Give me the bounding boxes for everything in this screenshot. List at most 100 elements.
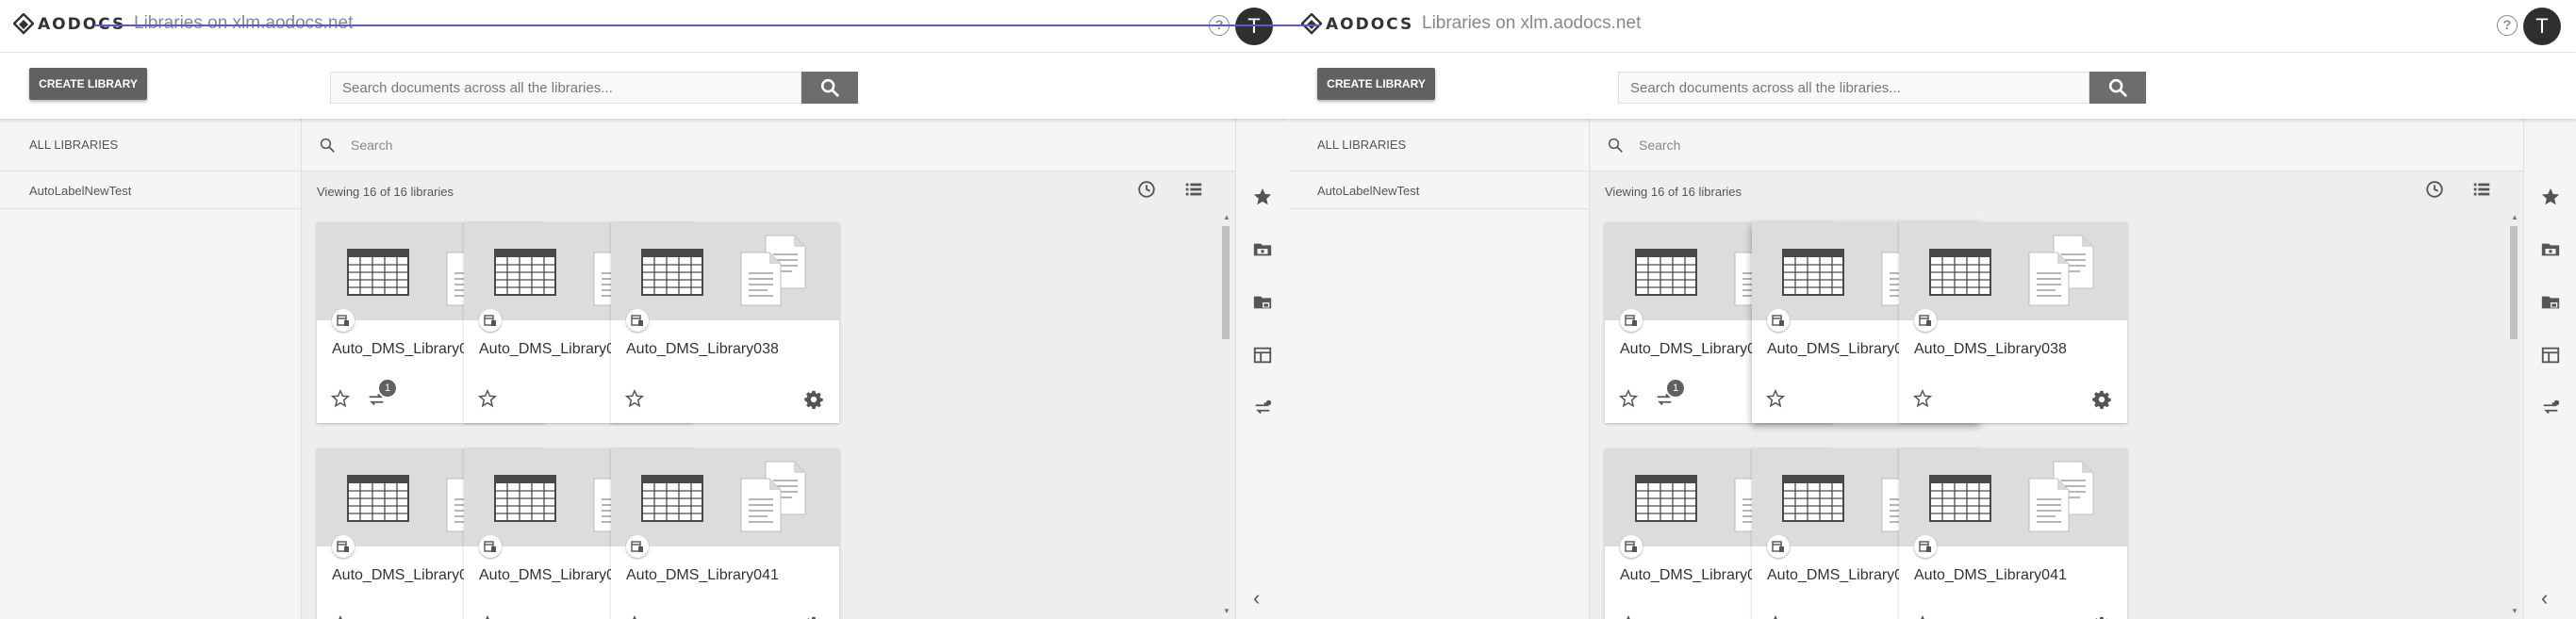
table-icon (1782, 249, 1844, 296)
secured-folder-icon[interactable] (1252, 292, 1273, 313)
documents-icon (2028, 235, 2094, 306)
scroll-up-arrow[interactable]: ▲ (1223, 213, 1230, 221)
favorite-star-icon[interactable] (477, 614, 498, 619)
star-icon[interactable] (1252, 187, 1273, 207)
workflow-count-badge: 1 (379, 380, 396, 397)
workflow-icon[interactable] (1252, 398, 1273, 418)
table-icon (1929, 475, 1991, 522)
favorite-star-icon[interactable] (1912, 388, 1933, 409)
settings-gear-icon[interactable] (803, 615, 824, 619)
library-name[interactable]: Auto_DMS_Library038 (1914, 341, 2067, 358)
sidebar-item-autolabelnewtest[interactable]: AutoLabelNewTest (1288, 171, 1589, 209)
library-name[interactable]: Auto_DMS_Library040 (479, 567, 632, 584)
library-card[interactable]: Auto_DMS_Library041 (1899, 448, 2127, 619)
library-card[interactable]: Auto_DMS_Library038 (611, 222, 839, 423)
library-name[interactable]: Auto_DMS_Library037 (1767, 341, 1920, 358)
library-thumbnail (1899, 222, 2127, 320)
library-type-badge (479, 535, 502, 558)
favorite-star-icon[interactable] (330, 614, 351, 619)
sidebar-item-all-libraries[interactable]: ALL LIBRARIES (0, 119, 301, 171)
scrollbar[interactable]: ▲ ▼ (1220, 213, 1231, 619)
global-search-button[interactable] (2089, 72, 2146, 104)
library-name[interactable]: Auto_DMS_Library036 (332, 341, 485, 358)
sidebar-item-all-libraries[interactable]: ALL LIBRARIES (1288, 119, 1589, 171)
scroll-down-arrow[interactable]: ▼ (2511, 607, 2518, 615)
library-name[interactable]: Auto_DMS_Library041 (626, 567, 779, 584)
right-rail: ‹ (2523, 119, 2576, 619)
library-name[interactable]: Auto_DMS_Library037 (479, 341, 632, 358)
user-avatar[interactable]: T (1235, 8, 1273, 45)
list-view-icon[interactable] (2471, 179, 2492, 200)
library-type-icon (337, 315, 349, 326)
library-type-badge (626, 535, 649, 558)
scrollbar-thumb[interactable] (2510, 226, 2518, 339)
history-icon[interactable] (2424, 179, 2445, 200)
library-name[interactable]: Auto_DMS_Library039 (332, 567, 485, 584)
global-search-input[interactable] (1619, 73, 2089, 103)
collapse-rail-icon[interactable]: ‹ (2541, 586, 2548, 611)
library-name[interactable]: Auto_DMS_Library040 (1767, 567, 1920, 584)
library-type-icon (631, 541, 643, 552)
favorite-star-icon[interactable] (1912, 614, 1933, 619)
aodocs-logo-icon (13, 13, 34, 35)
scroll-down-arrow[interactable]: ▼ (1223, 607, 1230, 615)
help-icon[interactable]: ? (2497, 15, 2518, 36)
library-card[interactable]: Auto_DMS_Library041 (611, 448, 839, 619)
library-type-icon (484, 315, 496, 326)
favorite-star-icon[interactable] (1618, 614, 1639, 619)
library-sidebar: ALL LIBRARIES AutoLabelNewTest (0, 119, 302, 619)
favorite-star-icon[interactable] (624, 388, 645, 409)
settings-gear-icon[interactable] (803, 389, 824, 410)
library-name[interactable]: Auto_DMS_Library041 (1914, 567, 2067, 584)
library-name[interactable]: Auto_DMS_Library039 (1620, 567, 1773, 584)
settings-gear-icon[interactable] (2091, 615, 2112, 619)
scroll-up-arrow[interactable]: ▲ (2511, 213, 2518, 221)
library-list-area: Viewing 16 of 16 libraries (1590, 119, 2523, 619)
library-type-badge (626, 309, 649, 332)
collapse-rail-icon[interactable]: ‹ (1253, 586, 1260, 611)
library-sidebar: ALL LIBRARIES AutoLabelNewTest (1288, 119, 1590, 619)
search-icon (2108, 78, 2127, 97)
favorite-star-icon[interactable] (1618, 388, 1639, 409)
document-management-icon[interactable] (1252, 345, 1273, 366)
workflow-icon[interactable] (2540, 398, 2561, 418)
library-search-input[interactable] (351, 133, 916, 157)
drag-indicator-line (94, 24, 1320, 26)
favorite-star-icon[interactable] (624, 614, 645, 619)
sidebar-item-autolabelnewtest[interactable]: AutoLabelNewTest (0, 171, 301, 209)
star-icon[interactable] (2540, 187, 2561, 207)
user-avatar[interactable]: T (2523, 8, 2561, 45)
library-name[interactable]: Auto_DMS_Library038 (626, 341, 779, 358)
create-library-button[interactable]: CREATE LIBRARY (29, 68, 147, 100)
shared-drive-icon[interactable] (2540, 239, 2561, 260)
library-type-icon (337, 541, 349, 552)
logo-text: AODOCS (1326, 15, 1414, 34)
global-search-input[interactable] (331, 73, 801, 103)
library-search-input[interactable] (1639, 133, 2204, 157)
settings-gear-icon[interactable] (2091, 389, 2112, 410)
library-type-icon (1625, 315, 1637, 326)
global-search-button[interactable] (801, 72, 858, 104)
library-list-area: Viewing 16 of 16 libraries (302, 119, 1235, 619)
library-thumbnail (611, 222, 839, 320)
scrollbar[interactable]: ▲ ▼ (2508, 213, 2519, 619)
shared-drive-icon[interactable] (1252, 239, 1273, 260)
favorite-star-icon[interactable] (330, 388, 351, 409)
secured-folder-icon[interactable] (2540, 292, 2561, 313)
library-type-icon (1919, 541, 1931, 552)
table-icon (641, 475, 703, 522)
top-bar: AODOCS Libraries on xlm.aodocs.net ? T (0, 0, 1288, 53)
history-icon[interactable] (1136, 179, 1157, 200)
create-library-button[interactable]: CREATE LIBRARY (1317, 68, 1435, 100)
scrollbar-thumb[interactable] (1222, 226, 1230, 339)
top-bar: AODOCS Libraries on xlm.aodocs.net ? T (1288, 0, 2576, 53)
favorite-star-icon[interactable] (477, 388, 498, 409)
favorite-star-icon[interactable] (1765, 614, 1786, 619)
search-icon (320, 138, 335, 153)
library-name[interactable]: Auto_DMS_Library036 (1620, 341, 1773, 358)
list-view-icon[interactable] (1183, 179, 1204, 200)
library-search-bar (1590, 119, 2523, 171)
favorite-star-icon[interactable] (1765, 388, 1786, 409)
document-management-icon[interactable] (2540, 345, 2561, 366)
library-card[interactable]: Auto_DMS_Library038 (1899, 222, 2127, 423)
